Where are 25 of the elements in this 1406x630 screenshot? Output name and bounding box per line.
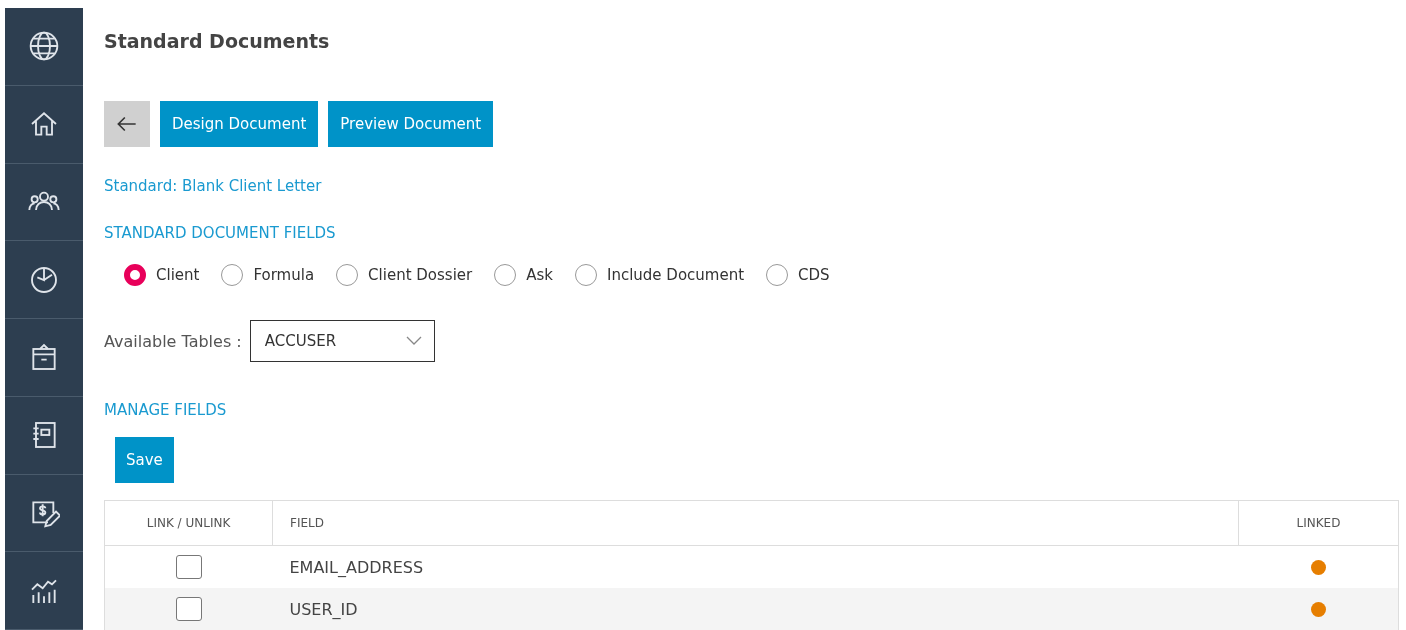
section-heading: STANDARD DOCUMENT FIELDS [104, 224, 336, 242]
table-cell: USER_ID [272, 588, 1239, 630]
caret-icon [405, 336, 422, 346]
radio-option[interactable]: CDS [766, 264, 830, 286]
column-header: FIELD [272, 500, 1239, 546]
radio-option[interactable]: Formula [221, 264, 315, 286]
column-header: LINK / UNLINK [104, 500, 273, 546]
section-heading: MANAGE FIELDS [104, 401, 227, 419]
field-label: Available Tables : [104, 331, 242, 351]
column-header: LINKED [1238, 500, 1399, 546]
radio-circle[interactable] [124, 264, 146, 286]
save-button[interactable]: Save [115, 437, 174, 483]
page-title: Standard Documents [104, 30, 330, 54]
tables-dropdown[interactable]: ACCUSER [249, 320, 435, 362]
radio-option[interactable]: Client [124, 264, 200, 286]
toolbar-button[interactable]: Preview Document [328, 101, 494, 147]
radio-option[interactable]: Client Dossier [336, 264, 473, 286]
radio-option[interactable]: Ask [494, 264, 553, 286]
toolbar-button[interactable]: Design Document [160, 101, 319, 147]
radio-option[interactable]: Include Document [575, 264, 745, 286]
link-checkbox[interactable] [175, 597, 202, 621]
link-checkbox[interactable] [175, 555, 202, 579]
back-button[interactable] [104, 101, 150, 147]
table-cell: EMAIL_ADDRESS [272, 545, 1239, 588]
globe-icon[interactable] [28, 30, 60, 63]
